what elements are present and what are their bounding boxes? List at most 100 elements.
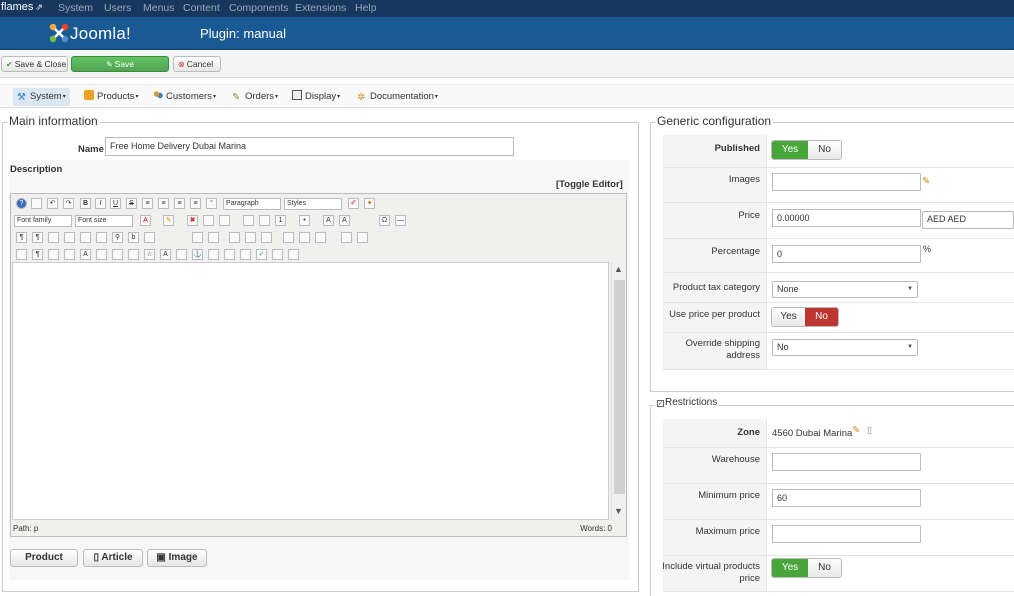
- eraser-icon[interactable]: ✐: [348, 198, 359, 209]
- fullscreen-icon[interactable]: [48, 232, 59, 243]
- insert-image-button[interactable]: ▣ Image: [147, 549, 207, 567]
- include-virtual-yes[interactable]: Yes: [772, 559, 808, 577]
- move-forward-icon[interactable]: [245, 232, 256, 243]
- paste-icon[interactable]: [219, 215, 230, 226]
- print-icon[interactable]: [96, 232, 107, 243]
- anchor-insert-icon[interactable]: ⚓: [192, 249, 203, 260]
- table-icon[interactable]: [283, 232, 294, 243]
- preview-icon[interactable]: [64, 232, 75, 243]
- include-virtual-toggle[interactable]: Yes No: [771, 558, 842, 578]
- spellcheck-icon[interactable]: ✓: [256, 249, 267, 260]
- align-right-icon[interactable]: ≡: [190, 198, 201, 209]
- text-color-icon[interactable]: A: [140, 215, 151, 226]
- abc-icon[interactable]: [128, 249, 139, 260]
- link-icon[interactable]: [224, 249, 235, 260]
- mail-icon[interactable]: [64, 249, 75, 260]
- table-row-icon[interactable]: [299, 232, 310, 243]
- undo-icon[interactable]: ↶: [47, 198, 58, 209]
- menu-content[interactable]: Content: [183, 2, 220, 14]
- align-left-icon[interactable]: ≡: [174, 198, 185, 209]
- insert-image-icon[interactable]: [144, 232, 155, 243]
- hikamenu-display[interactable]: Display▾: [288, 88, 344, 106]
- menu-help[interactable]: Help: [355, 2, 377, 14]
- bullet-list-icon[interactable]: •: [299, 215, 310, 226]
- percentage-input[interactable]: 0: [772, 245, 921, 263]
- outdent-icon[interactable]: [259, 215, 270, 226]
- underline-icon[interactable]: U: [110, 198, 121, 209]
- menu-users[interactable]: Users: [104, 2, 131, 14]
- paragraph-select[interactable]: Paragraph: [223, 198, 281, 210]
- minimum-price-input[interactable]: 60: [772, 489, 921, 507]
- menu-system[interactable]: System: [58, 2, 93, 14]
- save-button[interactable]: ✎ Save: [71, 56, 169, 72]
- edit-images-icon[interactable]: ✎: [922, 177, 932, 187]
- override-shipping-select[interactable]: No ▼: [772, 339, 918, 356]
- restrictions-checkbox[interactable]: ✓: [657, 400, 664, 407]
- font-size-select[interactable]: Font size: [75, 215, 133, 227]
- anchor-icon[interactable]: [357, 232, 368, 243]
- insert-product-button[interactable]: Product: [10, 549, 78, 567]
- increase-indent-icon[interactable]: [208, 232, 219, 243]
- cancel-button[interactable]: ⊗ Cancel: [173, 56, 221, 72]
- ltr-icon[interactable]: ¶: [16, 232, 27, 243]
- include-virtual-no[interactable]: No: [808, 559, 841, 577]
- blockquote-icon[interactable]: “: [206, 198, 217, 209]
- align-justify-icon[interactable]: ≡: [142, 198, 153, 209]
- scroll-up-icon[interactable]: ▲: [614, 264, 623, 274]
- published-no[interactable]: No: [808, 141, 841, 159]
- tax-category-select[interactable]: None ▼: [772, 281, 918, 298]
- italic-icon[interactable]: I: [95, 198, 106, 209]
- menu-extensions[interactable]: Extensions: [295, 2, 346, 14]
- hikamenu-products[interactable]: Products▾: [80, 88, 143, 106]
- insert-file-icon[interactable]: [48, 249, 59, 260]
- menu-components[interactable]: Components: [229, 2, 289, 14]
- hikamenu-documentation[interactable]: ✲ Documentation▾: [353, 88, 442, 106]
- special-char-icon[interactable]: Ω: [379, 215, 390, 226]
- scroll-thumb[interactable]: [614, 280, 625, 494]
- save-close-button[interactable]: ✔ Save & Close: [1, 56, 68, 72]
- font-family-select[interactable]: Font family: [14, 215, 72, 227]
- styles-select[interactable]: Styles: [284, 198, 342, 210]
- find-icon[interactable]: ⚲: [112, 232, 123, 243]
- name-input[interactable]: Free Home Delivery Dubai Marina: [105, 137, 514, 156]
- abbr-icon[interactable]: [96, 249, 107, 260]
- unlink-icon[interactable]: [208, 249, 219, 260]
- site-link[interactable]: flames ⇗: [1, 1, 43, 13]
- media-icon[interactable]: [240, 249, 251, 260]
- new-document-icon[interactable]: [31, 198, 42, 209]
- styles-icon[interactable]: A: [80, 249, 91, 260]
- price-per-product-toggle[interactable]: Yes No: [771, 307, 839, 327]
- editor-scrollbar[interactable]: ▲ ▼: [611, 262, 626, 520]
- hikamenu-orders[interactable]: ✎ Orders▾: [228, 88, 282, 106]
- grid-icon[interactable]: [16, 249, 27, 260]
- acronym-icon[interactable]: [112, 249, 123, 260]
- superscript-icon[interactable]: A: [339, 215, 350, 226]
- insert-article-button[interactable]: ▯ Article: [83, 549, 143, 567]
- toggle-editor-link[interactable]: [Toggle Editor]: [556, 179, 623, 190]
- delete-zone-icon[interactable]: ▯: [867, 425, 872, 436]
- maximum-price-input[interactable]: [772, 525, 921, 543]
- table-col-icon[interactable]: [315, 232, 326, 243]
- hikamenu-customers[interactable]: Customers▾: [149, 88, 220, 106]
- copy-icon[interactable]: [203, 215, 214, 226]
- move-backward-icon[interactable]: [261, 232, 272, 243]
- attrib-icon[interactable]: ☆: [144, 249, 155, 260]
- redo-icon[interactable]: ↷: [63, 198, 74, 209]
- paste-text-icon[interactable]: [243, 215, 254, 226]
- per-product-no[interactable]: No: [805, 308, 838, 326]
- subscript-icon[interactable]: A: [323, 215, 334, 226]
- pagebreak-icon[interactable]: [272, 249, 283, 260]
- decrease-indent-icon[interactable]: [192, 232, 203, 243]
- published-toggle[interactable]: Yes No: [771, 140, 842, 160]
- cut-icon[interactable]: ✖: [187, 215, 198, 226]
- hikamenu-system[interactable]: ⚒ System▾: [13, 88, 70, 106]
- template-icon[interactable]: [80, 232, 91, 243]
- editor-content-area[interactable]: [12, 262, 609, 520]
- per-product-yes[interactable]: Yes: [772, 308, 805, 326]
- currency-select[interactable]: AED AED: [922, 211, 1014, 229]
- insert-layer-icon[interactable]: [229, 232, 240, 243]
- price-input[interactable]: 0.00000: [772, 209, 921, 227]
- help-icon[interactable]: ?: [16, 198, 27, 209]
- visual-aid-icon[interactable]: [341, 232, 352, 243]
- date-icon[interactable]: [176, 249, 187, 260]
